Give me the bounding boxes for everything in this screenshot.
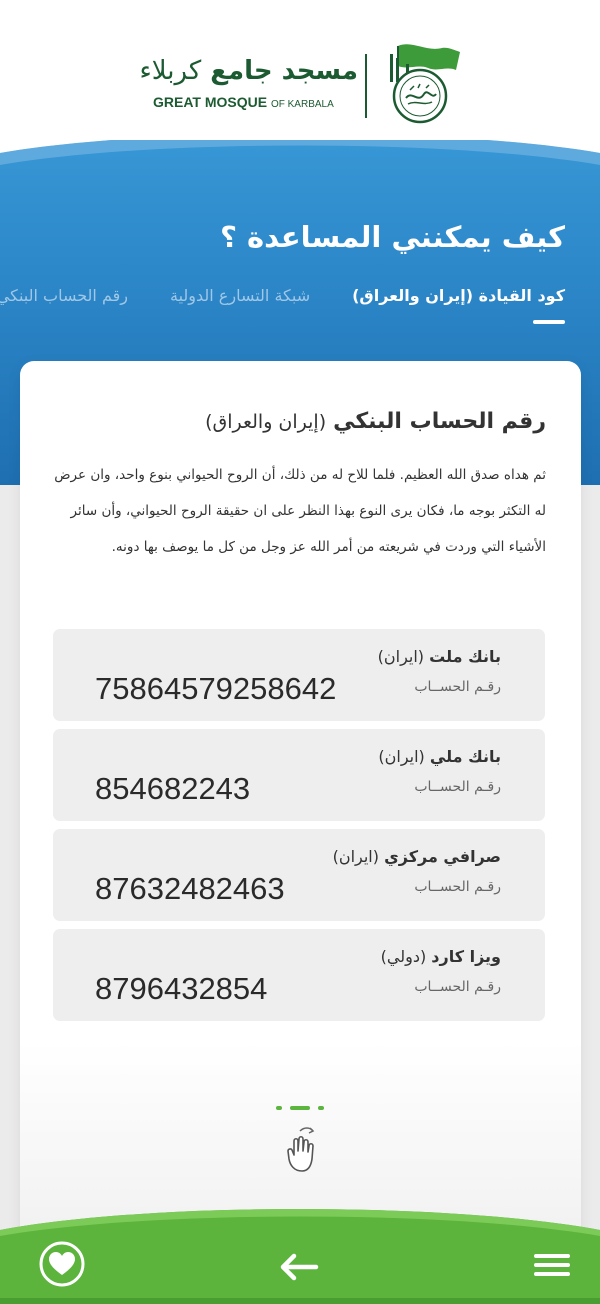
account-bank: صرافي مركزي (ایران) [333, 847, 501, 866]
card-title-paren: (إيران والعراق) [205, 411, 327, 433]
account-bank: ويزا كارد (دولي) [381, 947, 501, 966]
menu-button[interactable] [534, 1253, 570, 1277]
account-item-mellat[interactable]: بانك ملت (ایران) رقـم الحســاب 758645792… [53, 629, 545, 721]
bank-name: بانك ملت [429, 647, 501, 666]
hamburger-icon [534, 1254, 570, 1276]
account-item-central-exchange[interactable]: صرافي مركزي (ایران) رقـم الحســاب 876324… [53, 829, 545, 921]
mosque-emblem-icon [390, 44, 460, 124]
account-number[interactable]: 8796432854 [95, 971, 267, 1007]
account-label: رقـم الحســاب [414, 679, 501, 695]
account-number[interactable]: 854682243 [95, 771, 250, 807]
account-number[interactable]: 75864579258642 [95, 671, 336, 707]
logo-arabic-bold: مسجد جامع [210, 56, 358, 86]
card-title: رقم الحساب البنكي (إيران والعراق) [205, 409, 546, 434]
active-tab-indicator [533, 320, 565, 324]
heart-icon [39, 1241, 85, 1287]
logo-english: GREAT MOSQUE OF KARBALA [153, 94, 334, 110]
card-title-bold: رقم الحساب البنكي [333, 409, 546, 434]
bank-country: (دولي) [380, 947, 427, 966]
bank-name: ويزا كارد [431, 947, 501, 966]
logo-arabic: مسجد جامع كربلاء [140, 56, 359, 86]
help-title: كيف يمكنني المساعدة ؟ [220, 220, 565, 254]
header: مسجد جامع كربلاء GREAT MOSQUE OF KARBALA [0, 0, 600, 140]
logo-english-small: OF KARBALA [270, 99, 334, 110]
logo-divider [365, 54, 367, 118]
favorite-button[interactable] [38, 1240, 86, 1288]
swipe-hand-icon [287, 1127, 315, 1172]
mosque-logo[interactable]: مسجد جامع كربلاء GREAT MOSQUE OF KARBALA [140, 42, 470, 126]
account-item-visa[interactable]: ويزا كارد (دولي) رقـم الحســاب 879643285… [53, 929, 545, 1021]
tab-international-network[interactable]: شبكة التسارع الدولية [170, 286, 310, 326]
bank-country: (ایران) [377, 647, 425, 666]
bank-name: بانك ملي [429, 747, 501, 766]
pager-dots [276, 1106, 326, 1112]
account-label: رقـم الحســاب [414, 779, 501, 795]
tab-label: رقم الحساب البنكي [0, 286, 128, 305]
pager-dot[interactable] [318, 1106, 324, 1110]
arrow-left-icon [280, 1253, 319, 1281]
account-number[interactable]: 87632482463 [95, 871, 285, 907]
bank-country: (ایران) [332, 847, 379, 866]
pager-dot[interactable] [276, 1106, 282, 1110]
bank-country: (ایران) [378, 747, 425, 766]
bank-account-card: رقم الحساب البنكي (إيران والعراق) ثم هدا… [20, 361, 581, 1241]
account-item-melli[interactable]: بانك ملي (ایران) رقـم الحســاب 854682243 [53, 729, 545, 821]
account-label: رقـم الحســاب [414, 979, 501, 995]
tab-bank-account[interactable]: رقم الحساب البنكي [0, 286, 128, 326]
card-description: ثم هداه صدق الله العظيم. فلما للاح له من… [54, 467, 546, 555]
logo-arabic-light: كربلاء [139, 56, 202, 86]
tab-label: شبكة التسارع الدولية [169, 286, 311, 305]
account-label: رقـم الحســاب [414, 879, 501, 895]
tab-leadership-code[interactable]: كود القيادة (إيران والعراق) [352, 286, 565, 326]
pager-dot-active[interactable] [290, 1106, 310, 1110]
logo-english-bold: GREAT MOSQUE [153, 94, 268, 110]
account-bank: بانك ملي (ایران) [378, 747, 501, 766]
account-bank: بانك ملت (ایران) [378, 647, 501, 666]
donation-tabs: كود القيادة (إيران والعراق) شبكة التسارع… [0, 286, 565, 326]
bottom-nav [0, 1200, 600, 1304]
tab-label: كود القيادة (إيران والعراق) [352, 286, 565, 305]
bank-name: صرافي مركزي [384, 847, 501, 866]
back-button[interactable] [278, 1252, 320, 1282]
